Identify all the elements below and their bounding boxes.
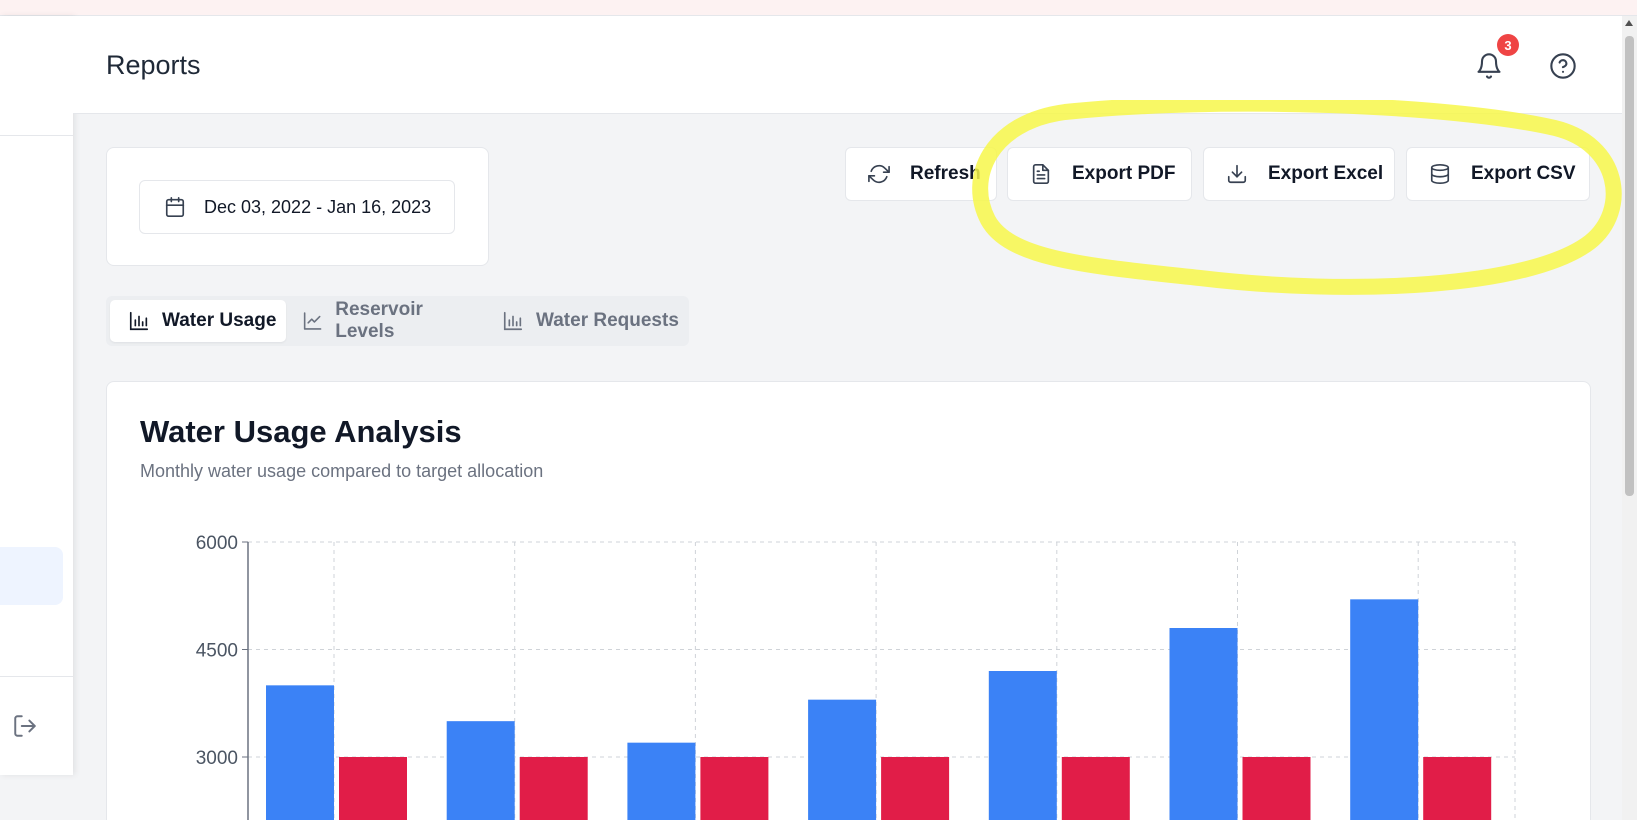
scrollbar-thumb[interactable] xyxy=(1625,36,1634,496)
download-icon xyxy=(1227,164,1247,184)
logout-icon[interactable] xyxy=(12,713,38,739)
tab-label: Water Requests xyxy=(536,310,679,331)
calendar-icon xyxy=(165,197,185,217)
chart-bar xyxy=(1350,599,1419,820)
notification-badge: 3 xyxy=(1497,34,1519,56)
tab-reservoir-levels[interactable]: Reservoir Levels xyxy=(302,299,482,342)
chart-card: Water Usage Analysis Monthly water usage… xyxy=(106,381,1591,820)
chart-bar xyxy=(808,699,877,820)
y-tick-label: 4500 xyxy=(196,641,238,662)
y-tick-label: 3000 xyxy=(196,748,238,769)
line-chart-icon xyxy=(303,312,322,330)
export-pdf-button[interactable]: Export PDF xyxy=(1007,147,1192,201)
browser-top-strip xyxy=(0,0,1637,16)
sidebar-divider xyxy=(0,676,73,677)
chart-bar xyxy=(881,757,950,820)
chart-bar xyxy=(988,671,1057,820)
export-pdf-label: Export PDF xyxy=(1072,163,1176,184)
chart-bar xyxy=(519,757,588,820)
export-excel-label: Export Excel xyxy=(1268,163,1384,184)
help-icon[interactable] xyxy=(1549,52,1577,80)
sidebar-item-active[interactable] xyxy=(0,547,63,605)
export-csv-button[interactable]: Export CSV xyxy=(1406,147,1590,201)
refresh-button[interactable]: Refresh xyxy=(845,147,997,201)
export-excel-button[interactable]: Export Excel xyxy=(1203,147,1395,201)
refresh-label: Refresh xyxy=(910,163,981,184)
bar-chart-icon xyxy=(503,311,523,331)
chart-bar xyxy=(627,742,696,820)
sidebar-divider xyxy=(0,135,73,136)
page-title: Reports xyxy=(106,50,201,80)
date-range-picker[interactable]: Dec 03, 2022 - Jan 16, 2023 xyxy=(139,180,455,234)
refresh-icon xyxy=(868,164,890,184)
chart-bar xyxy=(339,757,407,820)
chart-bar xyxy=(446,721,515,820)
database-icon xyxy=(1430,164,1450,184)
scroll-up-arrow[interactable] xyxy=(1625,20,1633,26)
water-usage-chart: 3000 4500 6000 xyxy=(196,533,1516,820)
page-header: Reports 3 xyxy=(73,16,1622,114)
tab-label: Water Usage xyxy=(162,310,277,331)
tab-water-usage[interactable]: Water Usage xyxy=(110,300,286,342)
export-csv-label: Export CSV xyxy=(1471,163,1576,184)
tab-water-requests[interactable]: Water Requests xyxy=(502,300,682,342)
bell-icon[interactable] xyxy=(1475,52,1503,80)
chart-bar xyxy=(1061,757,1130,820)
page-scrollbar[interactable] xyxy=(1622,16,1637,820)
sidebar xyxy=(0,16,73,775)
y-tick-label: 6000 xyxy=(196,533,238,554)
tab-label: Reservoir Levels xyxy=(335,299,423,342)
bar-chart-icon xyxy=(129,311,149,331)
chart-bar xyxy=(700,757,769,820)
chart-bar xyxy=(1423,757,1492,820)
report-tabs: Water Usage Reservoir Levels Water Reque… xyxy=(106,296,689,346)
date-range-label: Dec 03, 2022 - Jan 16, 2023 xyxy=(204,196,432,217)
file-text-icon xyxy=(1032,164,1050,184)
chart-bar xyxy=(1169,628,1238,820)
chart-bar xyxy=(266,685,334,820)
date-range-card: Dec 03, 2022 - Jan 16, 2023 xyxy=(106,147,489,266)
chart-bar xyxy=(1242,757,1311,820)
